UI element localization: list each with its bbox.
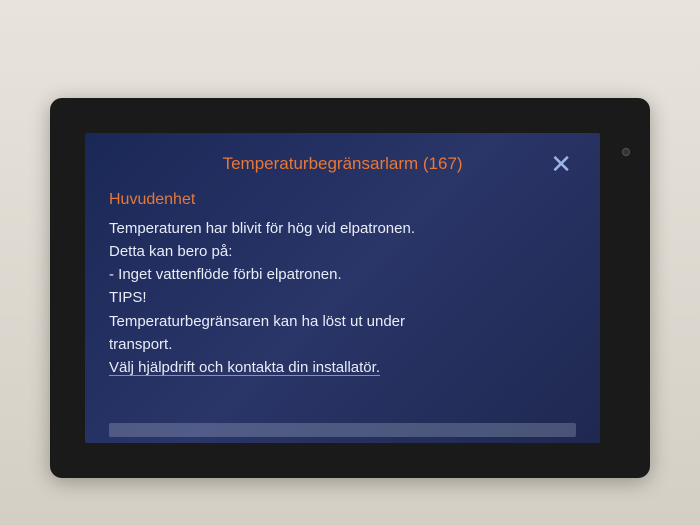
device-bezel: Temperaturbegränsarlarm (167) ✕ Huvudenh… [50, 98, 650, 478]
screen: Temperaturbegränsarlarm (167) ✕ Huvudenh… [85, 133, 600, 443]
alarm-line: Detta kan bero på: [109, 240, 576, 263]
led-indicator [622, 148, 630, 156]
alarm-content: Temperaturen har blivit för hög vid elpa… [109, 217, 576, 380]
title-row: Temperaturbegränsarlarm (167) ✕ [109, 151, 576, 177]
alarm-title: Temperaturbegränsarlarm (167) [109, 154, 546, 174]
alarm-line: transport. [109, 333, 576, 356]
alarm-line: Temperaturen har blivit för hög vid elpa… [109, 217, 576, 240]
alarm-line: - Inget vattenflöde förbi elpatronen. [109, 263, 576, 286]
alarm-subtitle: Huvudenhet [109, 191, 576, 209]
alarm-line: TIPS! [109, 286, 576, 309]
close-icon[interactable]: ✕ [546, 151, 576, 177]
bottom-scroll-hint [109, 423, 576, 437]
alarm-line: Temperaturbegränsaren kan ha löst ut und… [109, 310, 576, 333]
alarm-action-line[interactable]: Välj hjälpdrift och kontakta din install… [109, 356, 576, 379]
